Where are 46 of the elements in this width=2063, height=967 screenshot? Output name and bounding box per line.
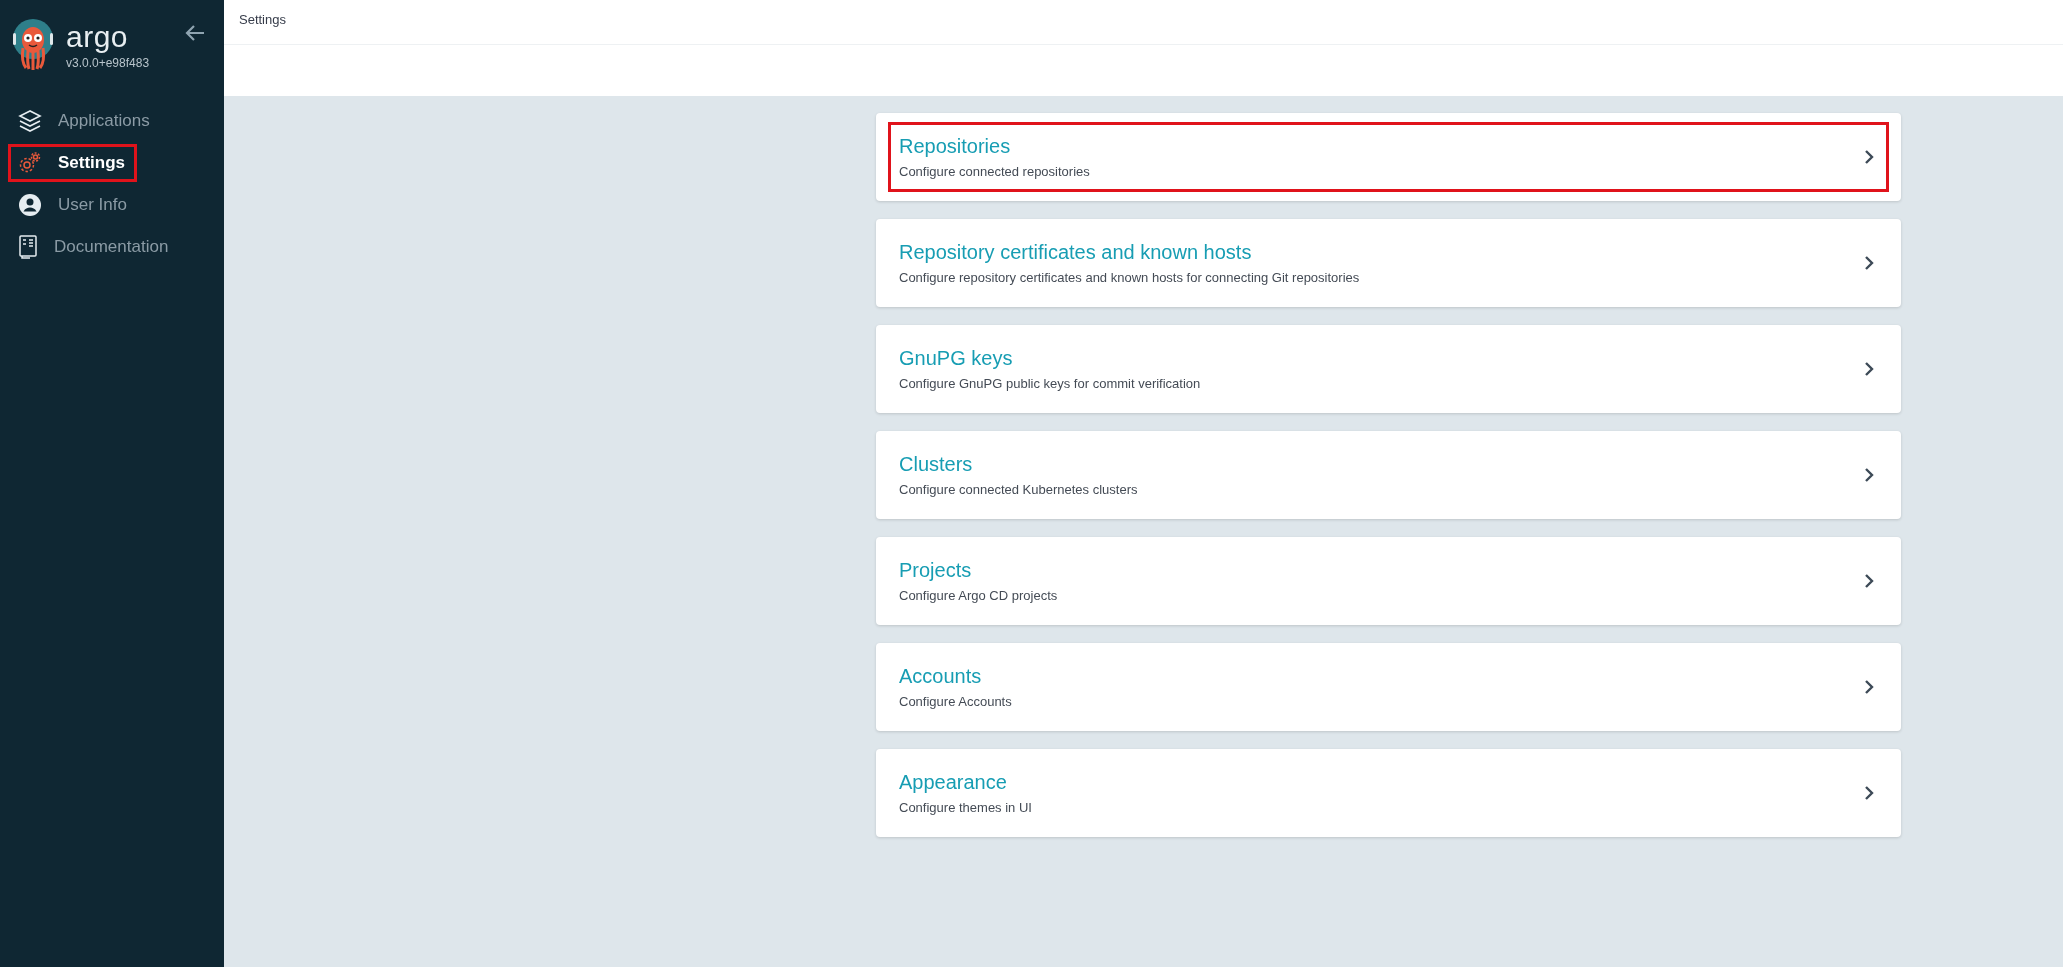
card-description: Configure repository certificates and known hosts for connecting Git repositories (899, 270, 1361, 285)
settings-link[interactable]: Repository certificates and known hosts Configure repository certificates and known hosts for connecting Git repositories (888, 228, 1889, 298)
chevron-right-icon (1864, 679, 1874, 695)
chevron-right-icon (1864, 467, 1874, 483)
collapse-sidebar-button[interactable] (185, 24, 206, 42)
card-description: Configure connected repositories (899, 164, 1091, 179)
brand-name: argo (66, 22, 130, 52)
nav-item[interactable]: Documentation (8, 228, 181, 266)
nav-label: User Info (58, 195, 127, 215)
nav-item[interactable]: User Info (8, 186, 139, 224)
card-title: Accounts (899, 665, 983, 688)
card-title: Clusters (899, 453, 974, 476)
settings-link[interactable]: GnuPG keys Configure GnuPG public keys for commit verification (888, 334, 1889, 404)
chevron-right-icon (1864, 255, 1874, 271)
settings-link[interactable]: Accounts Configure Accounts (888, 652, 1889, 722)
nav-label: Settings (58, 153, 126, 173)
card-description: Configure themes in UI (899, 800, 1033, 815)
card-description: Configure Argo CD projects (899, 588, 1059, 603)
nav-item[interactable]: Applications (8, 102, 162, 140)
version-label: v3.0.0+e98f483 (66, 56, 150, 70)
gears-icon (18, 151, 42, 175)
chevron-right-icon (1864, 361, 1874, 377)
chevron-right-icon (1864, 785, 1874, 801)
octopus-mascot-logo (12, 18, 54, 72)
card-description: Configure connected Kubernetes clusters (899, 482, 1139, 497)
settings-link[interactable]: Appearance Configure themes in UI (888, 758, 1889, 828)
nav-item[interactable]: Settings (8, 144, 138, 182)
nav-label: Documentation (54, 237, 169, 257)
card-description: Configure Accounts (899, 694, 1013, 709)
arrow-left-icon (185, 24, 206, 42)
chevron-right-icon (1864, 573, 1874, 589)
card-title: Projects (899, 559, 973, 582)
settings-link[interactable]: Projects Configure Argo CD projects (888, 546, 1889, 616)
settings-link[interactable]: Clusters Configure connected Kubernetes clusters (888, 440, 1889, 510)
card-title: Repository certificates and known hosts (899, 241, 1253, 264)
document-icon (18, 235, 38, 259)
card-description: Configure GnuPG public keys for commit verification (899, 376, 1202, 391)
card-title: Repositories (899, 135, 1012, 158)
chevron-right-icon (1864, 149, 1874, 165)
nav-label: Applications (58, 111, 150, 131)
stacked-layers-icon (18, 109, 42, 133)
user-icon (18, 193, 42, 217)
card-title: Appearance (899, 771, 1008, 794)
page-title: Settings (224, 0, 2063, 45)
settings-link[interactable]: Repositories Configure connected repositories (888, 122, 1889, 192)
card-title: GnuPG keys (899, 347, 1014, 370)
